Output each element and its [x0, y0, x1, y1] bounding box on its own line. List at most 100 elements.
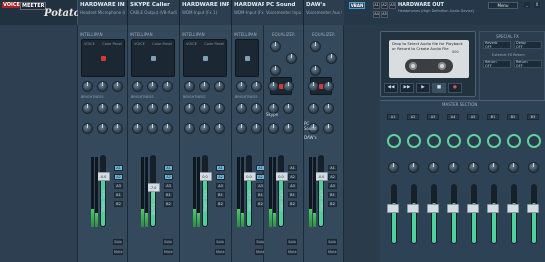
comp-knob[interactable]: [184, 81, 195, 92]
comp-knob[interactable]: [268, 81, 279, 92]
bus-a1-button[interactable]: A1: [328, 165, 337, 171]
cassette-tape[interactable]: Drop to Select Audio file for Playback o…: [389, 40, 469, 78]
master-fader-thumb[interactable]: [407, 204, 419, 213]
forward-button[interactable]: ▶▶: [400, 83, 414, 93]
minimize-button[interactable]: _: [524, 2, 530, 8]
bus-b1-button[interactable]: B1: [114, 192, 123, 198]
master-fader-track[interactable]: [511, 184, 517, 244]
master-ring-knob[interactable]: [527, 134, 541, 148]
comp-knob[interactable]: [236, 103, 247, 114]
gate-knob[interactable]: [283, 81, 294, 92]
play-button[interactable]: ▶: [416, 83, 430, 93]
denoiser-knob[interactable]: [214, 81, 225, 92]
bus-a2-button[interactable]: A2: [114, 174, 123, 180]
gate-knob[interactable]: [97, 81, 108, 92]
master-fader-thumb[interactable]: [487, 204, 499, 213]
bus-a3-button[interactable]: A3: [164, 183, 173, 189]
gate-knob[interactable]: [199, 81, 210, 92]
bus-b1-button[interactable]: B1: [216, 192, 225, 198]
pan-cursor-icon[interactable]: [101, 56, 106, 61]
bus-a2-button[interactable]: A2: [216, 174, 225, 180]
master-eq-knob[interactable]: [408, 162, 419, 173]
bus-b2-button[interactable]: B2: [288, 201, 297, 207]
bus-a2-button[interactable]: A2: [328, 174, 337, 180]
bus-b2-button[interactable]: B2: [216, 201, 225, 207]
gate-knob[interactable]: [323, 81, 334, 92]
comp-knob[interactable]: [184, 103, 195, 114]
bus-b1-button[interactable]: B1: [288, 192, 297, 198]
master-ring-knob[interactable]: [447, 134, 461, 148]
cassette-player[interactable]: Drop to Select Audio file for Playback o…: [380, 31, 476, 97]
bus-b1-button[interactable]: B1: [164, 192, 173, 198]
gate-knob[interactable]: [97, 123, 108, 134]
master-ring-knob[interactable]: [467, 134, 481, 148]
bus-a2-select[interactable]: A2: [381, 2, 388, 9]
strip-header-daws[interactable]: DAW's Voicemeeter Aux Input (VB-Au...: [304, 0, 344, 25]
fader-thumb[interactable]: -0.0: [314, 172, 328, 181]
master-ring-knob[interactable]: [507, 134, 521, 148]
master-fader-thumb[interactable]: [387, 204, 399, 213]
mute-button[interactable]: Mute: [287, 249, 297, 255]
master-bus-label[interactable]: A3: [427, 114, 439, 120]
bus-b2-button[interactable]: B2: [328, 201, 337, 207]
master-fader-track[interactable]: [451, 184, 457, 244]
master-eq-knob[interactable]: [468, 162, 479, 173]
comp-knob[interactable]: [184, 123, 195, 134]
eq-knob[interactable]: [270, 41, 281, 52]
gate-knob[interactable]: [147, 81, 158, 92]
master-fader-thumb[interactable]: [447, 204, 459, 213]
mute-button[interactable]: Mute: [327, 249, 337, 255]
master-fader-thumb[interactable]: [507, 204, 519, 213]
gate-knob[interactable]: [251, 81, 262, 92]
bus-a1-select[interactable]: A1: [373, 2, 380, 9]
return-2-button[interactable]: Return OFF: [514, 60, 542, 68]
bus-a1-button[interactable]: A1: [288, 165, 297, 171]
bus-a3-button[interactable]: A3: [288, 183, 297, 189]
mute-button[interactable]: Mute: [215, 249, 225, 255]
denoiser-knob[interactable]: [214, 103, 225, 114]
master-fader-thumb[interactable]: [527, 204, 539, 213]
solo-button[interactable]: Solo: [327, 239, 337, 245]
bus-a5-select[interactable]: A5: [381, 11, 388, 18]
master-bus-label[interactable]: B2: [507, 114, 519, 120]
gate-knob[interactable]: [199, 123, 210, 134]
intellipan-pad[interactable]: VOICE Color Panel: [81, 39, 125, 77]
return-1-button[interactable]: Return OFF: [483, 60, 511, 68]
master-bus-label[interactable]: A4: [447, 114, 459, 120]
comp-knob[interactable]: [236, 81, 247, 92]
gate-knob[interactable]: [199, 103, 210, 114]
eq-knob[interactable]: [270, 65, 281, 76]
eq-knob[interactable]: [326, 53, 337, 64]
gate-knob[interactable]: [147, 123, 158, 134]
comp-knob[interactable]: [82, 81, 93, 92]
gate-knob[interactable]: [323, 103, 334, 114]
bus-a3-button[interactable]: A3: [216, 183, 225, 189]
master-eq-knob[interactable]: [428, 162, 439, 173]
solo-button[interactable]: Solo: [287, 239, 297, 245]
master-ring-knob[interactable]: [487, 134, 501, 148]
solo-button[interactable]: Solo: [163, 239, 173, 245]
pan-cursor-icon[interactable]: [245, 56, 250, 61]
bus-a2-button[interactable]: A2: [164, 174, 173, 180]
denoiser-knob[interactable]: [112, 103, 123, 114]
master-fader-thumb[interactable]: [427, 204, 439, 213]
gate-knob[interactable]: [97, 103, 108, 114]
bus-a2-button[interactable]: A2: [288, 174, 297, 180]
eq-knob[interactable]: [286, 53, 297, 64]
list-item-daws[interactable]: DAW's: [304, 135, 317, 140]
intellipan-pad[interactable]: VOICE Color Panel: [183, 39, 227, 77]
strip-header-pc-sound[interactable]: PC Sound Voicemeeter Input (VB-Audio...: [264, 0, 304, 25]
fader-thumb[interactable]: -0.0: [96, 172, 110, 181]
rewind-button[interactable]: ◀◀: [384, 83, 398, 93]
master-eq-knob[interactable]: [528, 162, 539, 173]
master-fader-track[interactable]: [431, 184, 437, 244]
pan-cursor-icon[interactable]: [203, 56, 208, 61]
denoiser-knob[interactable]: [214, 123, 225, 134]
comp-knob[interactable]: [308, 81, 319, 92]
bus-b1-button[interactable]: B1: [328, 192, 337, 198]
denoiser-knob[interactable]: [162, 123, 173, 134]
solo-button[interactable]: Solo: [215, 239, 225, 245]
strip-header-hw3[interactable]: HARDWARE INPUT 3 WDM-Input (Fx 1): [180, 0, 232, 25]
denoiser-knob[interactable]: [112, 123, 123, 134]
bus-a3-select[interactable]: A3: [389, 2, 396, 9]
